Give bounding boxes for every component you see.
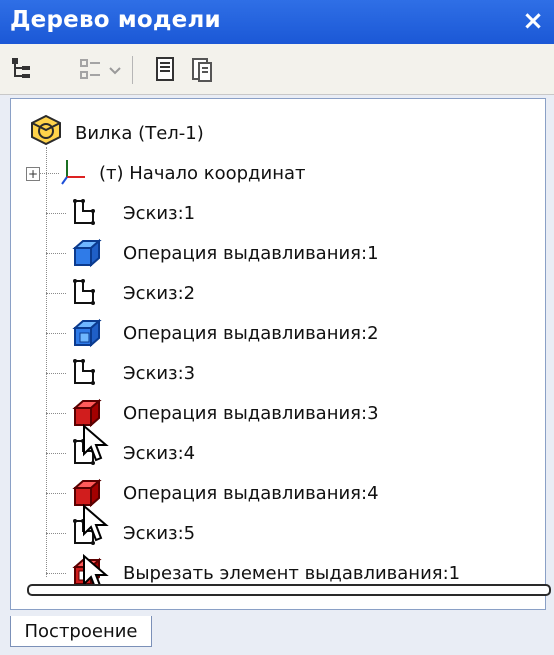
tab-build[interactable]: Построение (10, 616, 152, 647)
extrude-blue-icon (72, 238, 102, 268)
close-icon[interactable]: × (518, 6, 548, 36)
tree-branch-line (46, 253, 66, 254)
tree-item-label: Операция выдавливания:4 (123, 482, 379, 504)
tree-branch-line (46, 573, 66, 574)
doc-edit-icon[interactable] (190, 56, 214, 84)
tree-branch-line (46, 373, 66, 374)
tree-branch-line (46, 293, 66, 294)
tree-view[interactable]: Вилка (Тел-1) + (т) Начало координат Эск… (10, 98, 551, 610)
bottom-tabs: Построение (0, 610, 554, 655)
filter-tree-icon[interactable] (78, 56, 104, 84)
tree-root-label: Вилка (Тел-1) (75, 122, 204, 144)
sketch-icon (73, 199, 95, 225)
mouse-cursor-icon (83, 423, 109, 462)
dropdown-chevron-icon[interactable] (108, 56, 122, 84)
tree-item-extrude-2[interactable]: Операция выдавливания:2 (11, 313, 379, 353)
extrude-blue-icon (72, 318, 102, 348)
tree-item-label: Операция выдавливания:1 (123, 242, 379, 264)
tree-item-label: Эскиз:3 (123, 362, 196, 384)
tree-item-label: Операция выдавливания:2 (123, 322, 379, 344)
sketch-icon (73, 359, 95, 385)
tree-branch-line (46, 453, 66, 454)
tree-branch-line (46, 333, 66, 334)
tree-root[interactable]: Вилка (Тел-1) (29, 113, 204, 153)
tree-item-sketch-3[interactable]: Эскиз:3 (11, 353, 195, 393)
mouse-cursor-icon (83, 503, 109, 542)
title-bar: Дерево модели × (0, 0, 554, 44)
tree-item-extrude-4[interactable]: Операция выдавливания:4 (11, 473, 379, 513)
tree-item-sketch-2[interactable]: Эскиз:2 (11, 273, 195, 313)
tree-branch-line (46, 413, 66, 414)
tree-item-sketch-1[interactable]: Эскиз:1 (11, 193, 195, 233)
tree-item-label: Эскиз:5 (123, 522, 196, 544)
tree-item-sketch-4[interactable]: Эскиз:4 (11, 423, 196, 473)
tree-item-label: (т) Начало координат (99, 162, 306, 184)
tree-branch-line (39, 173, 59, 174)
part-icon (31, 114, 61, 146)
tree-item-extrude-1[interactable]: Операция выдавливания:1 (11, 233, 379, 273)
tree-item-sketch-5[interactable]: Эскиз:5 (11, 503, 196, 553)
panel-title: Дерево модели (10, 7, 221, 33)
rollback-bar-track (27, 584, 551, 596)
tree-item-extrude-3[interactable]: Операция выдавливания:3 (11, 393, 379, 433)
properties-doc-icon[interactable] (154, 56, 176, 84)
tree-item-label: Операция выдавливания:3 (123, 402, 379, 424)
model-tree-panel: Дерево модели × Вилка (Тел-1) + (т) Нача… (0, 0, 554, 655)
tree-branch-line (46, 493, 66, 494)
tree-item-label: Эскиз:4 (123, 442, 196, 464)
tree-structure-icon[interactable] (10, 56, 34, 84)
tree-branch-line (46, 213, 66, 214)
tree-item-label: Вырезать элемент выдавливания:1 (123, 562, 461, 584)
sketch-icon (73, 279, 95, 305)
toolbar-separator (132, 56, 133, 84)
tree-branch-line (46, 533, 66, 534)
axes-origin-icon (61, 160, 85, 185)
tree-item-label: Эскиз:1 (123, 202, 196, 224)
tree-item-origin[interactable]: + (т) Начало координат (11, 153, 305, 193)
tree-item-label: Эскиз:2 (123, 282, 196, 304)
expand-toggle[interactable]: + (26, 167, 40, 181)
toolbar (0, 44, 554, 95)
rollback-bar[interactable] (27, 584, 551, 596)
